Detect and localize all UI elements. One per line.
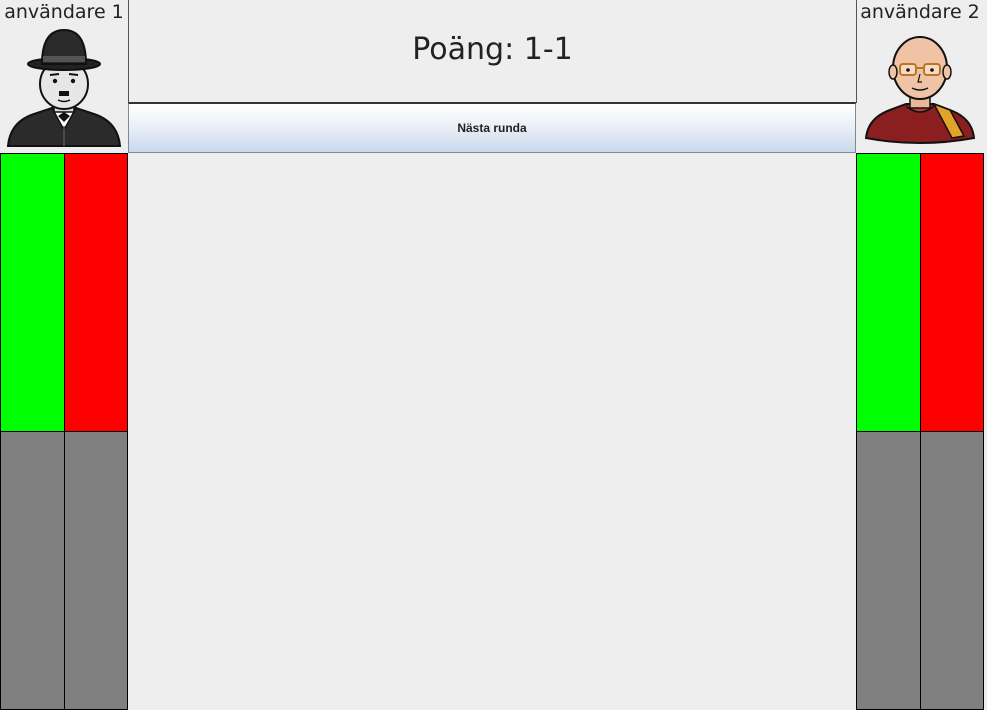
player2-panel: användare 2 bbox=[856, 0, 984, 153]
player2-answer-grid bbox=[856, 153, 984, 710]
player1-answer-cell-pending bbox=[0, 431, 65, 710]
score-panel: Poäng: 1-1 bbox=[128, 0, 857, 103]
player2-answer-cell-correct bbox=[856, 153, 921, 432]
main-game-area bbox=[128, 153, 856, 710]
player1-name: användare 1 bbox=[4, 1, 124, 23]
next-round-button[interactable]: Nästa runda bbox=[128, 103, 856, 153]
player2-answer-cell-pending bbox=[856, 431, 921, 710]
player1-answer-cell-wrong bbox=[64, 153, 128, 432]
score-label: Poäng: 1-1 bbox=[412, 32, 573, 67]
man-bowler-hat-avatar-icon bbox=[6, 28, 122, 147]
player1-answer-cell-correct bbox=[0, 153, 65, 432]
player2-answer-cell-wrong bbox=[920, 153, 984, 432]
player2-name: användare 2 bbox=[860, 1, 980, 23]
player1-panel: användare 1 bbox=[0, 0, 128, 153]
player1-answer-grid bbox=[0, 153, 128, 710]
bald-man-glasses-avatar-icon bbox=[864, 36, 976, 144]
player1-answer-cell-pending bbox=[64, 431, 128, 710]
player2-answer-cell-pending bbox=[920, 431, 984, 710]
